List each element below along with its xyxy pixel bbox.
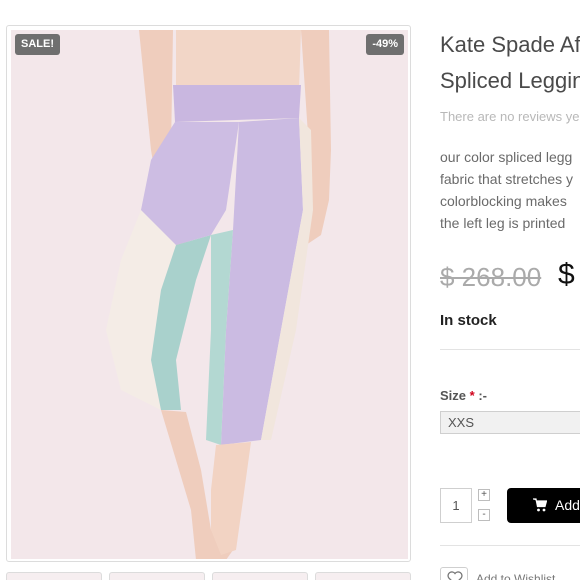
divider	[440, 349, 580, 350]
product-title: Kate Spade Af Spliced Leggin	[440, 27, 580, 99]
old-price: $ 268.00	[440, 262, 542, 292]
sale-badge: SALE!	[15, 34, 60, 55]
product-description: our color spliced legg fabric that stret…	[440, 146, 580, 234]
size-select[interactable]: XXS	[440, 411, 580, 434]
wishlist-link[interactable]: Add to Wishlist	[476, 572, 555, 580]
quantity-increase-button[interactable]: +	[478, 489, 490, 501]
thumbnail-3[interactable]	[212, 572, 308, 580]
heart-icon	[447, 571, 463, 580]
size-label-text: Size	[440, 388, 467, 403]
product-image-gallery[interactable]: SALE! -49%	[6, 25, 411, 562]
description-line-1: our color spliced legg	[440, 149, 573, 165]
divider	[440, 545, 580, 546]
product-photo[interactable]	[11, 30, 408, 559]
reviews-text: There are no reviews ye	[440, 109, 580, 124]
description-line-3: colorblocking makes	[440, 193, 567, 209]
description-line-2: fabric that stretches y	[440, 171, 574, 187]
thumbnail-1[interactable]	[6, 572, 102, 580]
thumbnail-4[interactable]	[315, 572, 411, 580]
size-label-suffix: :-	[474, 388, 487, 403]
cart-icon	[533, 498, 547, 512]
quantity-input[interactable]: 1	[440, 488, 472, 523]
product-photo-illustration	[11, 30, 408, 559]
product-info-panel: Kate Spade Af Spliced Leggin There are n…	[440, 0, 580, 580]
quantity-decrease-button[interactable]: -	[478, 509, 490, 521]
thumbnail-2[interactable]	[109, 572, 205, 580]
description-line-4: the left leg is printed	[440, 215, 566, 231]
size-label: Size * :-	[440, 388, 487, 403]
stock-status: In stock	[440, 312, 497, 329]
add-to-cart-button[interactable]: Add	[507, 488, 580, 523]
add-to-cart-label: Add	[555, 497, 580, 513]
product-title-line-1: Kate Spade Af	[440, 32, 580, 57]
wishlist-button[interactable]	[440, 567, 468, 580]
sale-price: $	[558, 258, 575, 291]
product-title-line-2: Spliced Leggin	[440, 68, 580, 93]
thumbnail-strip	[6, 572, 411, 580]
discount-badge: -49%	[366, 34, 404, 55]
